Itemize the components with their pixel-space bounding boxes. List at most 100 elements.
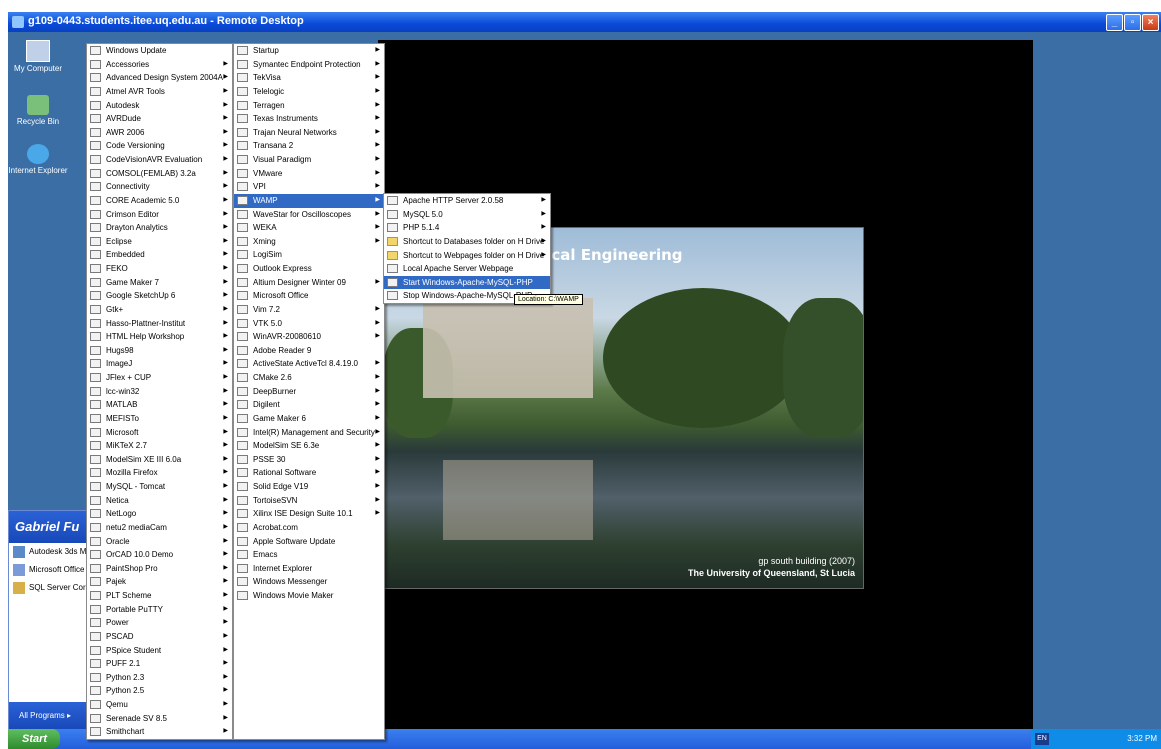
menu-item-hugs98[interactable]: Hugs98 ▶ [87, 344, 232, 358]
menu-item-mefisto[interactable]: MEFISTo ▶ [87, 412, 232, 426]
menu-item-outlook-express[interactable]: Outlook Express [234, 262, 384, 276]
all-programs-button[interactable]: All Programs ▸ [9, 702, 89, 730]
menu-item-html-help-workshop[interactable]: HTML Help Workshop ▶ [87, 330, 232, 344]
menu-item-texas-instruments[interactable]: Texas Instruments ▶ [234, 112, 384, 126]
menu-item-modelsim-se-6-3e[interactable]: ModelSim SE 6.3e ▶ [234, 439, 384, 453]
menu-item-emacs[interactable]: Emacs [234, 548, 384, 562]
menu-item-oracle[interactable]: Oracle ▶ [87, 535, 232, 549]
menu-item-portable-putty[interactable]: Portable PuTTY ▶ [87, 603, 232, 617]
language-indicator[interactable]: EN [1035, 733, 1049, 745]
menu-item-adobe-reader-9[interactable]: Adobe Reader 9 [234, 344, 384, 358]
menu-item-python-2-3[interactable]: Python 2.3 ▶ [87, 671, 232, 685]
menu-item-pscad[interactable]: PSCAD ▶ [87, 630, 232, 644]
menu-item-connectivity[interactable]: Connectivity ▶ [87, 180, 232, 194]
menu-item-mysql-tomcat[interactable]: MySQL - Tomcat ▶ [87, 480, 232, 494]
menu-item-xilinx-ise-design-suite-10-1[interactable]: Xilinx ISE Design Suite 10.1 ▶ [234, 507, 384, 521]
menu-item-atmel-avr-tools[interactable]: Atmel AVR Tools ▶ [87, 85, 232, 99]
menu-item-telelogic[interactable]: Telelogic ▶ [234, 85, 384, 99]
menu-item-shortcut-to-webpages-folder-on-h-drive[interactable]: Shortcut to Webpages folder on H Drive ▶ [384, 249, 550, 263]
menu-item-codevisionavr-evaluation[interactable]: CodeVisionAVR Evaluation ▶ [87, 153, 232, 167]
menu-item-puff-2-1[interactable]: PUFF 2.1 ▶ [87, 657, 232, 671]
menu-item-google-sketchup-6[interactable]: Google SketchUp 6 ▶ [87, 289, 232, 303]
menu-item-vpi[interactable]: VPI ▶ [234, 180, 384, 194]
maximize-button[interactable]: ▫ [1124, 14, 1141, 31]
menu-item-terragen[interactable]: Terragen ▶ [234, 99, 384, 113]
menu-item-drayton-analytics[interactable]: Drayton Analytics ▶ [87, 221, 232, 235]
menu-item-trajan-neural-networks[interactable]: Trajan Neural Networks ▶ [234, 126, 384, 140]
desktop-icon-recycle-bin[interactable]: Recycle Bin [8, 95, 68, 126]
menu-item-core-academic-5-0[interactable]: CORE Academic 5.0 ▶ [87, 194, 232, 208]
menu-item-avrdude[interactable]: AVRDude ▶ [87, 112, 232, 126]
minimize-button[interactable]: _ [1106, 14, 1123, 31]
menu-item-logisim[interactable]: LogiSim [234, 248, 384, 262]
menu-item-plt-scheme[interactable]: PLT Scheme ▶ [87, 589, 232, 603]
menu-item-local-apache-server-webpage[interactable]: Local Apache Server Webpage [384, 262, 550, 276]
menu-item-microsoft[interactable]: Microsoft ▶ [87, 426, 232, 440]
menu-item-accessories[interactable]: Accessories ▶ [87, 58, 232, 72]
menu-item-imagej[interactable]: ImageJ ▶ [87, 357, 232, 371]
menu-item-tortoisesvn[interactable]: TortoiseSVN ▶ [234, 494, 384, 508]
pinned-program[interactable]: SQL Server Cor [9, 579, 89, 597]
menu-item-serenade-sv-8-5[interactable]: Serenade SV 8.5 ▶ [87, 712, 232, 726]
menu-item-netlogo[interactable]: NetLogo ▶ [87, 507, 232, 521]
menu-item-autodesk[interactable]: Autodesk ▶ [87, 99, 232, 113]
menu-item-pspice-student[interactable]: PSpice Student ▶ [87, 644, 232, 658]
menu-item-xming[interactable]: Xming ▶ [234, 235, 384, 249]
pinned-program[interactable]: Autodesk 3ds M [9, 543, 89, 561]
menu-item-game-maker-6[interactable]: Game Maker 6 ▶ [234, 412, 384, 426]
menu-item-awr-2006[interactable]: AWR 2006 ▶ [87, 126, 232, 140]
title-bar[interactable]: g109-0443.students.itee.uq.edu.au - Remo… [8, 12, 1161, 32]
menu-item-power[interactable]: Power ▶ [87, 616, 232, 630]
menu-item-netica[interactable]: Netica ▶ [87, 494, 232, 508]
menu-item-code-versioning[interactable]: Code Versioning ▶ [87, 139, 232, 153]
menu-item-feko[interactable]: FEKO ▶ [87, 262, 232, 276]
menu-item-vim-7-2[interactable]: Vim 7.2 ▶ [234, 303, 384, 317]
menu-item-matlab[interactable]: MATLAB ▶ [87, 398, 232, 412]
menu-item-wavestar-for-oscilloscopes[interactable]: WaveStar for Oscilloscopes ▶ [234, 208, 384, 222]
menu-item-tekvisa[interactable]: TekVisa ▶ [234, 71, 384, 85]
menu-item-hasso-plattner-institut[interactable]: Hasso-Plattner-Institut ▶ [87, 317, 232, 331]
menu-item-rational-software[interactable]: Rational Software ▶ [234, 466, 384, 480]
menu-item-acrobat-com[interactable]: Acrobat.com [234, 521, 384, 535]
pinned-program[interactable]: Microsoft Office [9, 561, 89, 579]
menu-item-weka[interactable]: WEKA ▶ [234, 221, 384, 235]
clock[interactable]: 3:32 PM [1127, 734, 1157, 743]
menu-item-game-maker-7[interactable]: Game Maker 7 ▶ [87, 276, 232, 290]
menu-item-smithchart[interactable]: Smithchart ▶ [87, 725, 232, 739]
menu-item-eclipse[interactable]: Eclipse ▶ [87, 235, 232, 249]
menu-item-psse-30[interactable]: PSSE 30 ▶ [234, 453, 384, 467]
menu-item-comsol-femlab-3-2a[interactable]: COMSOL(FEMLAB) 3.2a ▶ [87, 167, 232, 181]
menu-item-startup[interactable]: Startup ▶ [234, 44, 384, 58]
menu-item-microsoft-office[interactable]: Microsoft Office [234, 289, 384, 303]
menu-item-intel-r-management-and-security[interactable]: Intel(R) Management and Security ▶ [234, 426, 384, 440]
menu-item-cmake-2-6[interactable]: CMake 2.6 ▶ [234, 371, 384, 385]
menu-item-mozilla-firefox[interactable]: Mozilla Firefox ▶ [87, 466, 232, 480]
menu-item-vmware[interactable]: VMware ▶ [234, 167, 384, 181]
menu-item-visual-paradigm[interactable]: Visual Paradigm ▶ [234, 153, 384, 167]
menu-item-gtk[interactable]: Gtk+ ▶ [87, 303, 232, 317]
menu-item-mysql-5-0[interactable]: MySQL 5.0 ▶ [384, 208, 550, 222]
menu-item-windows-movie-maker[interactable]: Windows Movie Maker [234, 589, 384, 603]
menu-item-transana-2[interactable]: Transana 2 ▶ [234, 139, 384, 153]
menu-item-orcad-10-0-demo[interactable]: OrCAD 10.0 Demo ▶ [87, 548, 232, 562]
menu-item-activestate-activetcl-8-4-19-0[interactable]: ActiveState ActiveTcl 8.4.19.0 ▶ [234, 357, 384, 371]
menu-item-windows-messenger[interactable]: Windows Messenger [234, 575, 384, 589]
menu-item-php-5-1-4[interactable]: PHP 5.1.4 ▶ [384, 221, 550, 235]
menu-item-deepburner[interactable]: DeepBurner ▶ [234, 385, 384, 399]
menu-item-lcc-win32[interactable]: lcc-win32 ▶ [87, 385, 232, 399]
menu-item-qemu[interactable]: Qemu ▶ [87, 698, 232, 712]
menu-item-pajek[interactable]: Pajek ▶ [87, 575, 232, 589]
menu-item-advanced-design-system-2004a[interactable]: Advanced Design System 2004A ▶ [87, 71, 232, 85]
menu-item-jflex-cup[interactable]: JFlex + CUP ▶ [87, 371, 232, 385]
menu-item-shortcut-to-databases-folder-on-h-drive[interactable]: Shortcut to Databases folder on H Drive ▶ [384, 235, 550, 249]
menu-item-digilent[interactable]: Digilent ▶ [234, 398, 384, 412]
menu-item-crimson-editor[interactable]: Crimson Editor ▶ [87, 208, 232, 222]
menu-item-embedded[interactable]: Embedded ▶ [87, 248, 232, 262]
menu-item-vtk-5-0[interactable]: VTK 5.0 ▶ [234, 317, 384, 331]
close-button[interactable]: × [1142, 14, 1159, 31]
desktop-icon-internet-explorer[interactable]: Internet Explorer [8, 144, 68, 175]
menu-item-apache-http-server-2-0-58[interactable]: Apache HTTP Server 2.0.58 ▶ [384, 194, 550, 208]
menu-item-netu2-mediacam[interactable]: netu2 mediaCam ▶ [87, 521, 232, 535]
menu-item-solid-edge-v19[interactable]: Solid Edge V19 ▶ [234, 480, 384, 494]
menu-item-internet-explorer[interactable]: Internet Explorer [234, 562, 384, 576]
